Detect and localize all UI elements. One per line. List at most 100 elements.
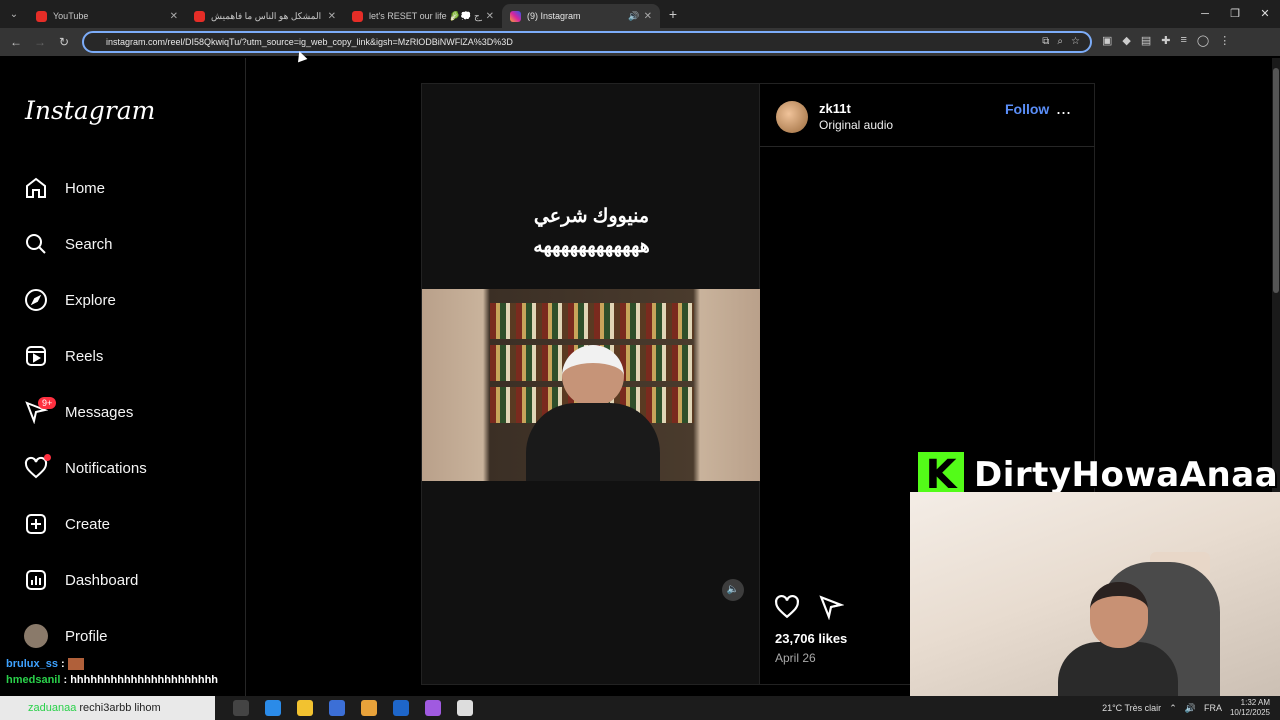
- tray-chevron-icon[interactable]: ⌃: [1169, 703, 1177, 714]
- instagram-sidebar: Instagram Home Search Explore Reels 9+ M…: [0, 58, 246, 698]
- chat-message: brulux_ss :: [0, 656, 260, 672]
- follow-button[interactable]: Follow: [1005, 101, 1049, 117]
- tab-search-icon[interactable]: ⌄: [0, 0, 28, 28]
- reel-video-player[interactable]: منيووك شرعي ههههههههههههه 🔈: [421, 83, 761, 685]
- clock[interactable]: 1:32 AM 10/12/2025: [1230, 698, 1270, 718]
- author-avatar[interactable]: [776, 101, 808, 133]
- back-icon[interactable]: ←: [4, 35, 28, 49]
- sidebar-item-explore[interactable]: Explore: [24, 280, 116, 320]
- url-input[interactable]: instagram.com/reel/DI58QkwiqTu/?utm_sour…: [82, 31, 1092, 53]
- sidebar-item-messages[interactable]: 9+ Messages: [24, 392, 133, 432]
- close-tab-icon[interactable]: ✕: [328, 11, 336, 22]
- speaker-head: [562, 345, 624, 407]
- sidebar-item-dashboard[interactable]: Dashboard: [24, 560, 138, 600]
- audio-label[interactable]: Original audio: [819, 118, 893, 132]
- profile-icon[interactable]: ◯: [1197, 34, 1209, 47]
- maximize-icon[interactable]: ❐: [1220, 0, 1250, 28]
- sidebar-item-profile[interactable]: Profile: [24, 616, 108, 656]
- kebab-menu-icon[interactable]: ⋮: [1219, 34, 1230, 47]
- sidebar-item-label: Messages: [65, 403, 134, 421]
- sidebar-item-reels[interactable]: Reels: [24, 336, 103, 376]
- reel-header: zk11t Original audio Follow ...: [760, 84, 1095, 147]
- bookshelf-row: [490, 303, 694, 339]
- extension-icon[interactable]: ◆: [1122, 34, 1130, 47]
- bookmark-star-icon[interactable]: ☆: [1071, 36, 1080, 47]
- media-icon[interactable]: ≡: [1181, 34, 1187, 47]
- close-tab-icon[interactable]: ✕: [170, 11, 178, 22]
- language-indicator[interactable]: FRA: [1204, 703, 1222, 713]
- extensions-bar: ▣ ◆ ▤ ✚ ≡ ◯ ⋮: [1102, 34, 1230, 47]
- notification-badge: 9+: [38, 397, 57, 409]
- stream-chat-overlay: brulux_ss : hmedsanil : hhhhhhhhhhhhhhhh…: [0, 656, 260, 688]
- browser-tab-strip: ⌄ YouTube ✕ المشكل هو الناس ما فاهميش :(…: [0, 0, 1280, 28]
- speaker-body: [526, 403, 660, 481]
- taskbar-search[interactable]: zaduanaa rechi3arbb lihom: [0, 696, 215, 720]
- post-date: April 26: [775, 651, 816, 665]
- file-explorer-icon[interactable]: [297, 700, 313, 716]
- url-text: instagram.com/reel/DI58QkwiqTu/?utm_sour…: [106, 37, 513, 47]
- omnibox-icons: ⧉ ⌕ ☆: [1042, 36, 1080, 47]
- sidebar-item-create[interactable]: Create: [24, 504, 110, 544]
- webcam-feed: [910, 492, 1280, 702]
- sidebar-item-label: Profile: [65, 627, 108, 645]
- extension-icon[interactable]: ▤: [1141, 34, 1151, 47]
- sidebar-item-search[interactable]: Search: [24, 224, 113, 264]
- chat-username: zaduanaa: [28, 702, 77, 714]
- streamer-body: [1058, 642, 1178, 702]
- app-icon[interactable]: [425, 700, 441, 716]
- extensions-puzzle-icon[interactable]: ✚: [1161, 34, 1170, 47]
- sidebar-item-home[interactable]: Home: [24, 168, 105, 208]
- tab-title: المشكل هو الناس ما فاهميش :(: [211, 10, 324, 21]
- taskbar-apps: [233, 700, 473, 716]
- app-icon[interactable]: [457, 700, 473, 716]
- sidebar-item-label: Home: [65, 179, 106, 197]
- reel-caption: منيووك شرعي ههههههههههههه: [422, 202, 761, 262]
- address-bar-row: ← → ↻ instagram.com/reel/DI58QkwiqTu/?ut…: [0, 28, 1280, 56]
- share-send-icon[interactable]: [818, 594, 844, 620]
- close-tab-icon[interactable]: ✕: [644, 11, 652, 22]
- browser-tab[interactable]: المشكل هو الناس ما فاهميش :( ✕: [186, 4, 344, 28]
- close-window-icon[interactable]: ✕: [1250, 0, 1280, 28]
- video-frame: [422, 289, 761, 481]
- task-view-icon[interactable]: [233, 700, 249, 716]
- zoom-icon[interactable]: ⌕: [1057, 36, 1063, 47]
- scrollbar-thumb[interactable]: [1273, 68, 1279, 293]
- more-options-icon[interactable]: ...: [1056, 98, 1071, 119]
- close-tab-icon[interactable]: ✕: [486, 11, 494, 22]
- instagram-logo[interactable]: Instagram: [25, 96, 155, 125]
- home-icon: [26, 177, 46, 198]
- speaker-icon[interactable]: 🔊: [628, 11, 639, 22]
- sidebar-item-label: Search: [65, 235, 113, 253]
- caption-line: منيووك شرعي: [533, 206, 650, 227]
- sidebar-item-label: Explore: [65, 291, 116, 309]
- chat-text: hhhhhhhhhhhhhhhhhhhhhh: [70, 674, 219, 686]
- sidebar-item-label: Notifications: [65, 459, 147, 477]
- sidebar-item-notifications[interactable]: Notifications: [24, 448, 147, 488]
- window-controls: ─ ❐ ✕: [1190, 0, 1280, 28]
- chrome-icon[interactable]: [361, 700, 377, 716]
- channel-name: DirtyHowaAnaa: [974, 455, 1279, 495]
- compass-icon: [25, 289, 47, 311]
- edge-icon[interactable]: [265, 700, 281, 716]
- install-icon[interactable]: ⧉: [1042, 36, 1049, 47]
- sidebar-item-label: Create: [65, 515, 111, 533]
- browser-tab-active[interactable]: (9) Instagram 🔊 ✕: [502, 4, 660, 28]
- extension-icon[interactable]: ▣: [1102, 34, 1112, 47]
- tab-title: YouTube: [53, 11, 89, 21]
- likes-count[interactable]: 23,706 likes: [775, 631, 847, 646]
- browser-tab[interactable]: let's RESET our life 🥬💭 البرج ✕: [344, 4, 502, 28]
- like-heart-icon[interactable]: [774, 594, 800, 620]
- store-icon[interactable]: [329, 700, 345, 716]
- new-tab-button[interactable]: +: [660, 6, 686, 22]
- clock-time: 1:32 AM: [1240, 698, 1270, 707]
- reload-icon[interactable]: ↻: [52, 35, 76, 49]
- volume-icon[interactable]: 🔊: [1185, 703, 1196, 714]
- minimize-icon[interactable]: ─: [1190, 0, 1220, 28]
- mute-toggle-icon[interactable]: 🔈: [722, 579, 744, 601]
- weather-text[interactable]: 21°C Très clair: [1102, 703, 1161, 713]
- author-username[interactable]: zk11t: [819, 101, 851, 116]
- sidebar-item-label: Reels: [65, 347, 104, 365]
- outlook-icon[interactable]: [393, 700, 409, 716]
- forward-icon[interactable]: →: [28, 35, 52, 49]
- browser-tab[interactable]: YouTube ✕: [28, 4, 186, 28]
